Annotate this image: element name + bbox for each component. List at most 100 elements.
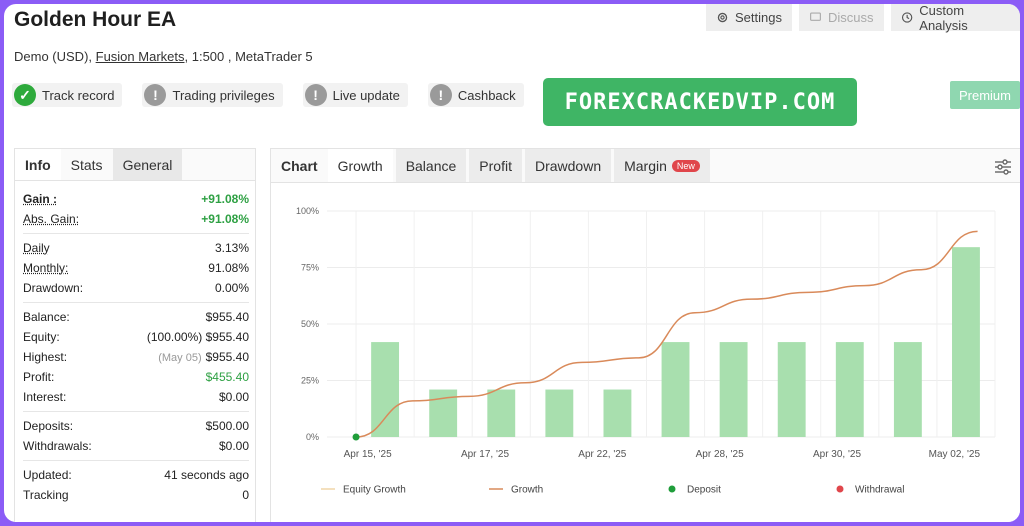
tab-drawdown[interactable]: Drawdown bbox=[524, 149, 612, 182]
stat-row-daily: Daily 3.13% bbox=[23, 238, 249, 258]
badge-live-update[interactable]: ! Live update bbox=[302, 83, 408, 107]
stat-label: Interest: bbox=[23, 390, 67, 404]
badge-track-record[interactable]: ✓ Track record bbox=[12, 83, 123, 107]
stat-label: Tracking bbox=[23, 488, 69, 502]
tab-margin[interactable]: Margin New bbox=[614, 149, 710, 182]
gain-group: Gain : +91.08% Abs. Gain: +91.08% bbox=[23, 185, 249, 234]
highest-amount: $955.40 bbox=[205, 350, 249, 364]
deposit-group: Deposits: $500.00 Withdrawals: $0.00 bbox=[23, 412, 249, 461]
stat-row-deposits: Deposits: $500.00 bbox=[23, 416, 249, 436]
tab-general[interactable]: General bbox=[112, 149, 183, 180]
growth-bar bbox=[487, 389, 516, 437]
badge-label: Cashback bbox=[457, 87, 516, 103]
badge-label: Live update bbox=[332, 87, 400, 103]
stat-row-gain: Gain : +91.08% bbox=[23, 189, 249, 209]
y-tick-label: 75% bbox=[301, 263, 319, 273]
stat-row-withdrawals: Withdrawals: $0.00 bbox=[23, 436, 249, 456]
stat-label: Deposits: bbox=[23, 419, 74, 433]
premium-button[interactable]: Premium bbox=[950, 81, 1020, 109]
rates-group: Daily 3.13% Monthly: 91.08% Drawdown: 0.00% bbox=[23, 234, 249, 303]
stat-value: $0.00 bbox=[218, 390, 249, 404]
status-badges: ✓ Track record ! Trading privileges ! Live … bbox=[12, 83, 524, 107]
stat-row-abs-gain: Abs. Gain: +91.08% bbox=[23, 209, 249, 229]
growth-chart[interactable]: 0% 25% 50% 75% 100% Apr 15, '25 Apr 17, '25 Apr… bbox=[271, 185, 1020, 522]
tab-stats[interactable]: Stats bbox=[61, 149, 113, 180]
stat-row-profit: Profit: $455.40 bbox=[23, 367, 249, 387]
growth-bar bbox=[603, 389, 632, 437]
new-badge: New bbox=[671, 159, 700, 172]
stat-row-tracking: Tracking 0 bbox=[23, 485, 249, 505]
stat-value: 0 bbox=[242, 488, 249, 502]
x-tick-label: Apr 22, '25 bbox=[578, 449, 626, 460]
watermark-banner: FOREXCRACKEDVIP.COM bbox=[543, 78, 857, 126]
stat-value: 91.08% bbox=[208, 261, 249, 275]
stat-label: Drawdown: bbox=[23, 281, 84, 295]
x-tick-label: Apr 30, '25 bbox=[813, 449, 861, 460]
stat-row-highest: Highest: (May 05) $955.40 bbox=[23, 347, 249, 367]
growth-bar bbox=[371, 342, 400, 437]
comment-icon bbox=[810, 12, 821, 21]
badge-label: Track record bbox=[42, 87, 115, 103]
tab-profit[interactable]: Profit bbox=[469, 149, 522, 182]
tab-info[interactable]: Info bbox=[15, 149, 61, 180]
tab-margin-label: Margin bbox=[624, 157, 667, 174]
legend-label: Equity Growth bbox=[343, 485, 406, 496]
broker-link[interactable]: Fusion Markets bbox=[96, 49, 185, 64]
equity-amount: $955.40 bbox=[205, 330, 249, 344]
discuss-label: Discuss bbox=[828, 10, 874, 25]
stat-label: Profit: bbox=[23, 370, 55, 384]
growth-bar bbox=[952, 247, 980, 437]
chart-tabs-label: Chart bbox=[281, 157, 318, 174]
tab-growth[interactable]: Growth bbox=[327, 149, 393, 182]
page-title: Golden Hour EA bbox=[14, 8, 177, 31]
settings-button[interactable]: Settings bbox=[706, 4, 792, 31]
stat-value: $500.00 bbox=[205, 419, 249, 433]
update-group: Updated: 41 seconds ago Tracking 0 bbox=[23, 461, 249, 509]
stats-list: Gain : +91.08% Abs. Gain: +91.08% Daily 3.1… bbox=[15, 181, 255, 509]
discuss-button[interactable]: Discuss bbox=[799, 4, 884, 31]
balance-group: Balance: $955.40 Equity: (100.00%) $955.40… bbox=[23, 303, 249, 412]
stat-label: Highest: bbox=[23, 350, 68, 364]
stat-label: Balance: bbox=[23, 310, 70, 324]
x-tick-label: Apr 15, '25 bbox=[344, 449, 392, 460]
legend-dot-icon bbox=[668, 485, 676, 493]
sliders-icon[interactable] bbox=[993, 157, 1013, 177]
x-tick-label: Apr 17, '25 bbox=[461, 449, 509, 460]
legend-label: Deposit bbox=[687, 485, 721, 496]
stat-value: 0.00% bbox=[214, 281, 249, 295]
exclamation-icon: ! bbox=[304, 84, 327, 106]
badge-trading-privileges[interactable]: ! Trading privileges bbox=[142, 83, 283, 107]
deposit-point bbox=[352, 433, 360, 441]
clock-icon bbox=[901, 12, 913, 23]
equity-percent: (100.00%) bbox=[146, 330, 203, 344]
stat-value: $0.00 bbox=[218, 439, 249, 453]
settings-label: Settings bbox=[735, 10, 782, 25]
stat-value: 41 seconds ago bbox=[164, 468, 249, 482]
chart-tabs: Chart Growth Balance Profit Drawdown Mar… bbox=[271, 149, 1020, 183]
growth-bar bbox=[835, 342, 864, 437]
stat-row-drawdown: Drawdown: 0.00% bbox=[23, 278, 249, 298]
stat-label: Abs. Gain: bbox=[23, 212, 80, 226]
account-subtitle: Demo (USD), Fusion Markets, 1:500 , Meta… bbox=[14, 49, 313, 64]
check-icon: ✓ bbox=[14, 84, 36, 106]
growth-bar bbox=[893, 342, 922, 437]
custom-analysis-button[interactable]: Custom Analysis bbox=[891, 4, 1020, 33]
growth-bar bbox=[545, 389, 574, 437]
tab-balance[interactable]: Balance bbox=[395, 149, 467, 182]
stat-label: Daily bbox=[23, 241, 50, 255]
stat-label: Equity: bbox=[23, 330, 60, 344]
stat-label: Gain : bbox=[23, 192, 58, 206]
highest-date: (May 05) bbox=[158, 352, 202, 364]
legend-label: Withdrawal bbox=[855, 485, 904, 496]
stat-row-interest: Interest: $0.00 bbox=[23, 387, 249, 407]
exclamation-icon: ! bbox=[144, 84, 167, 106]
chart-panel: Chart Growth Balance Profit Drawdown Mar… bbox=[270, 148, 1020, 522]
x-tick-label: May 02, '25 bbox=[929, 449, 981, 460]
stat-value: (May 05) $955.40 bbox=[158, 350, 249, 364]
app-frame: Golden Hour EA Demo (USD), Fusion Market… bbox=[4, 4, 1020, 522]
badge-cashback[interactable]: ! Cashback bbox=[427, 83, 524, 107]
stat-row-monthly: Monthly: 91.08% bbox=[23, 258, 249, 278]
y-tick-label: 25% bbox=[301, 376, 319, 386]
y-tick-label: 50% bbox=[301, 319, 319, 329]
growth-bar bbox=[777, 342, 806, 437]
